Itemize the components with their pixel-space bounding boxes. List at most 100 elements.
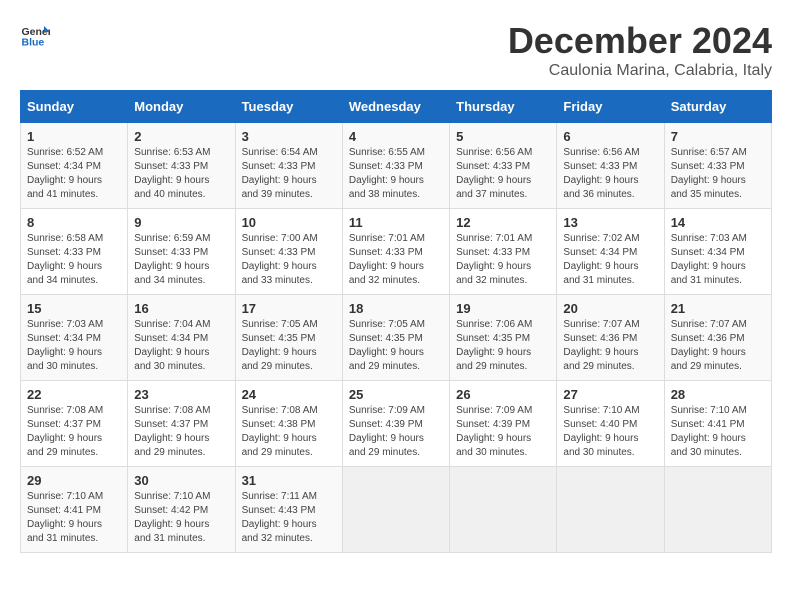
day-info: Sunrise: 7:08 AM Sunset: 4:37 PM Dayligh… bbox=[134, 404, 228, 460]
calendar-day-cell: 24 Sunrise: 7:08 AM Sunset: 4:38 PM Dayl… bbox=[235, 381, 342, 467]
calendar-day-cell bbox=[664, 467, 771, 553]
logo: General Blue bbox=[20, 20, 50, 50]
calendar-day-cell: 31 Sunrise: 7:11 AM Sunset: 4:43 PM Dayl… bbox=[235, 467, 342, 553]
day-number: 27 bbox=[563, 387, 657, 402]
calendar-day-cell: 15 Sunrise: 7:03 AM Sunset: 4:34 PM Dayl… bbox=[21, 295, 128, 381]
day-info: Sunrise: 7:05 AM Sunset: 4:35 PM Dayligh… bbox=[242, 318, 336, 374]
weekday-header-row: SundayMondayTuesdayWednesdayThursdayFrid… bbox=[21, 91, 772, 123]
weekday-header-thursday: Thursday bbox=[450, 91, 557, 123]
day-number: 10 bbox=[242, 215, 336, 230]
day-info: Sunrise: 6:56 AM Sunset: 4:33 PM Dayligh… bbox=[456, 146, 550, 202]
day-number: 20 bbox=[563, 301, 657, 316]
title-section: December 2024 Caulonia Marina, Calabria,… bbox=[508, 20, 772, 80]
day-number: 28 bbox=[671, 387, 765, 402]
day-info: Sunrise: 7:03 AM Sunset: 4:34 PM Dayligh… bbox=[671, 232, 765, 288]
day-info: Sunrise: 7:03 AM Sunset: 4:34 PM Dayligh… bbox=[27, 318, 121, 374]
day-info: Sunrise: 7:06 AM Sunset: 4:35 PM Dayligh… bbox=[456, 318, 550, 374]
calendar-day-cell: 2 Sunrise: 6:53 AM Sunset: 4:33 PM Dayli… bbox=[128, 123, 235, 209]
day-number: 31 bbox=[242, 473, 336, 488]
calendar-day-cell: 1 Sunrise: 6:52 AM Sunset: 4:34 PM Dayli… bbox=[21, 123, 128, 209]
day-info: Sunrise: 7:02 AM Sunset: 4:34 PM Dayligh… bbox=[563, 232, 657, 288]
day-number: 17 bbox=[242, 301, 336, 316]
day-info: Sunrise: 6:53 AM Sunset: 4:33 PM Dayligh… bbox=[134, 146, 228, 202]
day-number: 8 bbox=[27, 215, 121, 230]
calendar-day-cell: 5 Sunrise: 6:56 AM Sunset: 4:33 PM Dayli… bbox=[450, 123, 557, 209]
day-info: Sunrise: 7:08 AM Sunset: 4:38 PM Dayligh… bbox=[242, 404, 336, 460]
calendar-table: SundayMondayTuesdayWednesdayThursdayFrid… bbox=[20, 90, 772, 553]
calendar-day-cell: 18 Sunrise: 7:05 AM Sunset: 4:35 PM Dayl… bbox=[342, 295, 449, 381]
calendar-day-cell: 8 Sunrise: 6:58 AM Sunset: 4:33 PM Dayli… bbox=[21, 209, 128, 295]
calendar-day-cell: 22 Sunrise: 7:08 AM Sunset: 4:37 PM Dayl… bbox=[21, 381, 128, 467]
calendar-day-cell: 9 Sunrise: 6:59 AM Sunset: 4:33 PM Dayli… bbox=[128, 209, 235, 295]
day-number: 26 bbox=[456, 387, 550, 402]
day-info: Sunrise: 7:09 AM Sunset: 4:39 PM Dayligh… bbox=[349, 404, 443, 460]
day-info: Sunrise: 6:52 AM Sunset: 4:34 PM Dayligh… bbox=[27, 146, 121, 202]
calendar-day-cell bbox=[557, 467, 664, 553]
calendar-day-cell: 28 Sunrise: 7:10 AM Sunset: 4:41 PM Dayl… bbox=[664, 381, 771, 467]
day-number: 7 bbox=[671, 129, 765, 144]
calendar-title: December 2024 bbox=[508, 20, 772, 62]
weekday-header-wednesday: Wednesday bbox=[342, 91, 449, 123]
weekday-header-saturday: Saturday bbox=[664, 91, 771, 123]
day-info: Sunrise: 7:01 AM Sunset: 4:33 PM Dayligh… bbox=[349, 232, 443, 288]
day-number: 29 bbox=[27, 473, 121, 488]
day-info: Sunrise: 7:07 AM Sunset: 4:36 PM Dayligh… bbox=[563, 318, 657, 374]
day-number: 18 bbox=[349, 301, 443, 316]
logo-icon: General Blue bbox=[20, 20, 50, 50]
calendar-day-cell: 23 Sunrise: 7:08 AM Sunset: 4:37 PM Dayl… bbox=[128, 381, 235, 467]
calendar-week-row: 22 Sunrise: 7:08 AM Sunset: 4:37 PM Dayl… bbox=[21, 381, 772, 467]
calendar-subtitle: Caulonia Marina, Calabria, Italy bbox=[508, 62, 772, 80]
day-info: Sunrise: 7:00 AM Sunset: 4:33 PM Dayligh… bbox=[242, 232, 336, 288]
calendar-day-cell: 11 Sunrise: 7:01 AM Sunset: 4:33 PM Dayl… bbox=[342, 209, 449, 295]
day-info: Sunrise: 6:55 AM Sunset: 4:33 PM Dayligh… bbox=[349, 146, 443, 202]
calendar-day-cell: 25 Sunrise: 7:09 AM Sunset: 4:39 PM Dayl… bbox=[342, 381, 449, 467]
day-number: 1 bbox=[27, 129, 121, 144]
day-number: 25 bbox=[349, 387, 443, 402]
calendar-day-cell: 21 Sunrise: 7:07 AM Sunset: 4:36 PM Dayl… bbox=[664, 295, 771, 381]
day-info: Sunrise: 7:10 AM Sunset: 4:42 PM Dayligh… bbox=[134, 490, 228, 546]
day-info: Sunrise: 7:10 AM Sunset: 4:40 PM Dayligh… bbox=[563, 404, 657, 460]
calendar-day-cell: 29 Sunrise: 7:10 AM Sunset: 4:41 PM Dayl… bbox=[21, 467, 128, 553]
day-number: 12 bbox=[456, 215, 550, 230]
day-info: Sunrise: 6:57 AM Sunset: 4:33 PM Dayligh… bbox=[671, 146, 765, 202]
calendar-week-row: 29 Sunrise: 7:10 AM Sunset: 4:41 PM Dayl… bbox=[21, 467, 772, 553]
day-number: 4 bbox=[349, 129, 443, 144]
calendar-week-row: 8 Sunrise: 6:58 AM Sunset: 4:33 PM Dayli… bbox=[21, 209, 772, 295]
page-header: General Blue December 2024 Caulonia Mari… bbox=[20, 20, 772, 80]
calendar-day-cell bbox=[450, 467, 557, 553]
weekday-header-friday: Friday bbox=[557, 91, 664, 123]
calendar-day-cell: 17 Sunrise: 7:05 AM Sunset: 4:35 PM Dayl… bbox=[235, 295, 342, 381]
day-number: 13 bbox=[563, 215, 657, 230]
calendar-day-cell: 4 Sunrise: 6:55 AM Sunset: 4:33 PM Dayli… bbox=[342, 123, 449, 209]
svg-text:Blue: Blue bbox=[22, 37, 45, 49]
day-number: 3 bbox=[242, 129, 336, 144]
calendar-day-cell: 3 Sunrise: 6:54 AM Sunset: 4:33 PM Dayli… bbox=[235, 123, 342, 209]
calendar-day-cell: 7 Sunrise: 6:57 AM Sunset: 4:33 PM Dayli… bbox=[664, 123, 771, 209]
day-info: Sunrise: 7:01 AM Sunset: 4:33 PM Dayligh… bbox=[456, 232, 550, 288]
day-number: 6 bbox=[563, 129, 657, 144]
calendar-week-row: 1 Sunrise: 6:52 AM Sunset: 4:34 PM Dayli… bbox=[21, 123, 772, 209]
day-number: 14 bbox=[671, 215, 765, 230]
calendar-week-row: 15 Sunrise: 7:03 AM Sunset: 4:34 PM Dayl… bbox=[21, 295, 772, 381]
day-number: 15 bbox=[27, 301, 121, 316]
day-number: 2 bbox=[134, 129, 228, 144]
calendar-day-cell: 10 Sunrise: 7:00 AM Sunset: 4:33 PM Dayl… bbox=[235, 209, 342, 295]
day-info: Sunrise: 7:07 AM Sunset: 4:36 PM Dayligh… bbox=[671, 318, 765, 374]
day-number: 19 bbox=[456, 301, 550, 316]
calendar-day-cell: 30 Sunrise: 7:10 AM Sunset: 4:42 PM Dayl… bbox=[128, 467, 235, 553]
day-number: 30 bbox=[134, 473, 228, 488]
weekday-header-monday: Monday bbox=[128, 91, 235, 123]
day-number: 5 bbox=[456, 129, 550, 144]
day-info: Sunrise: 7:04 AM Sunset: 4:34 PM Dayligh… bbox=[134, 318, 228, 374]
calendar-day-cell: 12 Sunrise: 7:01 AM Sunset: 4:33 PM Dayl… bbox=[450, 209, 557, 295]
day-number: 16 bbox=[134, 301, 228, 316]
day-number: 22 bbox=[27, 387, 121, 402]
day-info: Sunrise: 7:10 AM Sunset: 4:41 PM Dayligh… bbox=[671, 404, 765, 460]
day-info: Sunrise: 6:56 AM Sunset: 4:33 PM Dayligh… bbox=[563, 146, 657, 202]
day-info: Sunrise: 7:11 AM Sunset: 4:43 PM Dayligh… bbox=[242, 490, 336, 546]
day-info: Sunrise: 6:54 AM Sunset: 4:33 PM Dayligh… bbox=[242, 146, 336, 202]
day-number: 23 bbox=[134, 387, 228, 402]
day-number: 21 bbox=[671, 301, 765, 316]
calendar-day-cell: 14 Sunrise: 7:03 AM Sunset: 4:34 PM Dayl… bbox=[664, 209, 771, 295]
day-info: Sunrise: 7:08 AM Sunset: 4:37 PM Dayligh… bbox=[27, 404, 121, 460]
